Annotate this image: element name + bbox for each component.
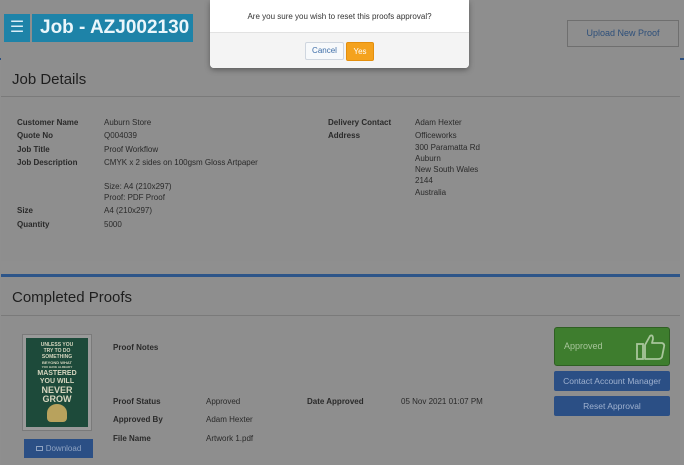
quantity-label: Quantity [17, 220, 50, 229]
address-line: Auburn [415, 154, 441, 163]
upload-new-proof-button[interactable]: Upload New Proof [567, 20, 679, 47]
size-value: A4 (210x297) [104, 206, 153, 215]
dialog-footer: Cancel Yes [210, 32, 469, 68]
proof-notes-label: Proof Notes [113, 343, 159, 352]
completed-proofs-panel: Completed Proofs [1, 274, 680, 465]
job-description-proof: Proof: PDF Proof [104, 193, 165, 202]
address-line: 300 Paramatta Rd [415, 143, 480, 152]
reset-approval-button[interactable]: Reset Approval [554, 396, 670, 416]
job-description-label: Job Description [17, 158, 78, 167]
job-description-size: Size: A4 (210x297) [104, 182, 172, 191]
poster-text: YOU WILL [39, 378, 75, 385]
approved-status-badge: Approved [554, 327, 670, 366]
yes-button[interactable]: Yes [346, 42, 374, 61]
file-name-value: Artwork 1.pdf [206, 434, 254, 443]
approved-label: Approved [564, 341, 603, 351]
menu-icon[interactable]: ☰ [4, 14, 30, 42]
job-title-label: Job Title [17, 145, 50, 154]
poster-text: YOU HAVE ALREADY [41, 365, 73, 369]
date-approved-label: Date Approved [307, 397, 364, 406]
download-label: Download [45, 444, 82, 453]
customer-name-value: Auburn Store [104, 118, 152, 127]
reset-approval-confirm-dialog: Are you sure you wish to reset this proo… [210, 0, 469, 68]
delivery-contact-label: Delivery Contact [328, 118, 392, 127]
poster-text: GROW [42, 394, 72, 404]
job-description-value: CMYK x 2 sides on 100gsm Gloss Artpaper [104, 158, 258, 167]
address-line: 2144 [415, 176, 433, 185]
quantity-value: 5000 [104, 220, 122, 229]
dialog-message: Are you sure you wish to reset this proo… [247, 12, 432, 21]
quote-no-label: Quote No [17, 131, 53, 140]
proof-thumbnail[interactable]: UNLESS YOU TRY TO DO SOMETHING BEYOND WH… [22, 334, 92, 431]
file-name-label: File Name [113, 434, 151, 443]
download-button[interactable]: Download [24, 439, 93, 458]
address-label: Address [328, 131, 361, 140]
tree-illustration [47, 404, 67, 422]
approved-by-value: Adam Hexter [206, 415, 253, 424]
page-title: Job - AZJ002130 [32, 14, 193, 42]
job-details-title: Job Details [12, 71, 87, 88]
date-approved-value: 05 Nov 2021 01:07 PM [401, 397, 483, 406]
job-details-panel: Job Details [1, 58, 680, 261]
address-line: New South Wales [415, 165, 479, 174]
contact-account-manager-button[interactable]: Contact Account Manager [554, 371, 670, 391]
delivery-contact-value: Adam Hexter [415, 118, 462, 127]
completed-proofs-divider [1, 315, 680, 316]
completed-proofs-title: Completed Proofs [12, 289, 133, 306]
thumbs-up-icon [636, 334, 666, 360]
proof-status-value: Approved [206, 397, 241, 406]
job-title-value: Proof Workflow [104, 145, 159, 154]
address-line: Australia [415, 188, 447, 197]
size-label: Size [17, 206, 34, 215]
approved-by-label: Approved By [113, 415, 163, 424]
job-details-divider [1, 96, 680, 97]
proof-status-label: Proof Status [113, 397, 161, 406]
cancel-button[interactable]: Cancel [305, 42, 344, 60]
customer-name-label: Customer Name [17, 118, 79, 127]
image-icon [35, 446, 43, 452]
proof-poster-image: UNLESS YOU TRY TO DO SOMETHING BEYOND WH… [26, 338, 88, 427]
quote-no-value: Q004039 [104, 131, 137, 140]
address-line: Officeworks [415, 131, 457, 140]
poster-text: MASTERED [37, 370, 77, 377]
